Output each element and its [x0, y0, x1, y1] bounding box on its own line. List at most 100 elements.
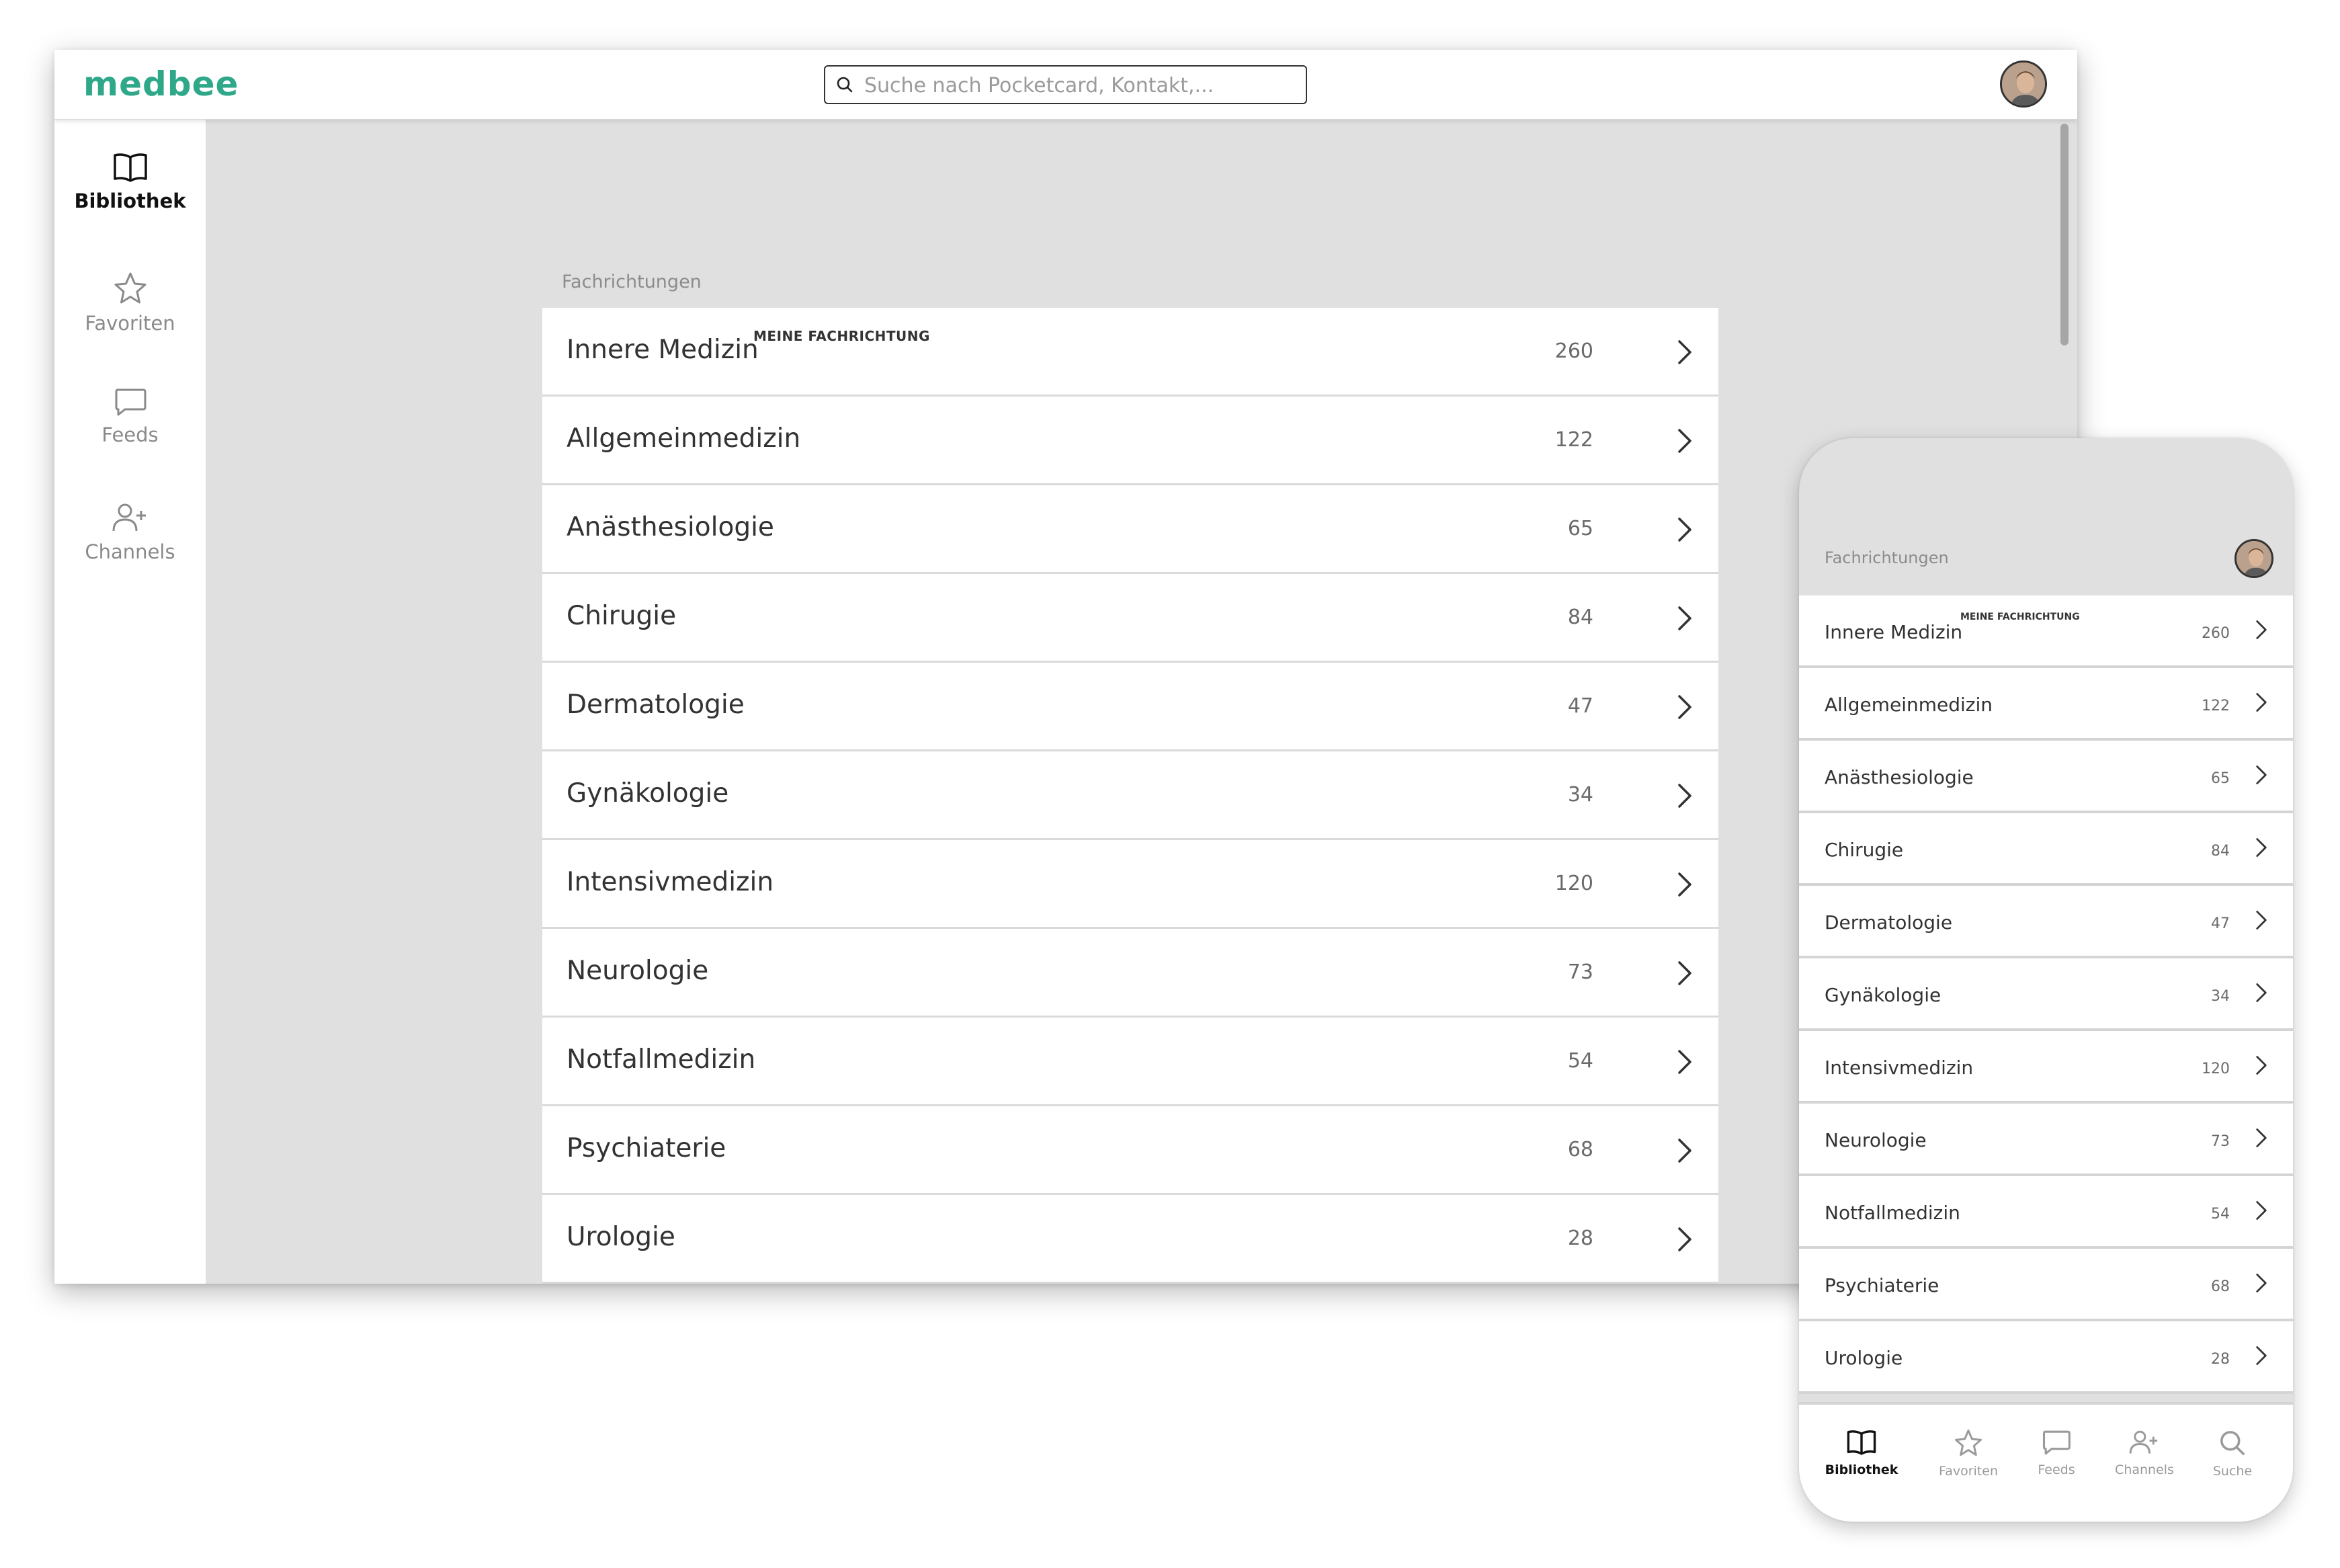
list-item[interactable]: Urologie 28 — [542, 1195, 1718, 1284]
list-item[interactable]: Psychiaterie 68 — [542, 1106, 1718, 1195]
list-item[interactable]: Intensivmedizin 120 — [1799, 1031, 2293, 1104]
pocketcard-count: 54 — [1567, 1049, 1593, 1073]
avatar[interactable] — [2234, 539, 2273, 578]
specialty-name: Neurologie — [567, 956, 709, 986]
chevron-right-icon — [1678, 340, 1691, 364]
sidebar-item-feeds[interactable]: Feeds — [54, 387, 206, 446]
list-item[interactable]: Urologie 28 — [1799, 1321, 2293, 1394]
chevron-right-icon — [1678, 1227, 1691, 1251]
list-item[interactable]: Innere Medizin MEINE FACHRICHTUNG 260 — [1799, 595, 2293, 668]
chevron-right-icon — [1678, 695, 1691, 719]
avatar[interactable] — [2000, 60, 2047, 108]
chat-icon — [2042, 1430, 2071, 1455]
star-icon — [1955, 1430, 1982, 1456]
chevron-right-icon — [1678, 1139, 1691, 1163]
chevron-right-icon — [2256, 983, 2267, 1002]
sidebar-item-label: Bibliothek — [74, 190, 186, 212]
specialty-name: Urologie — [567, 1222, 675, 1252]
list-item[interactable]: Anästhesiologie 65 — [542, 485, 1718, 574]
specialty-name: Psychiaterie — [1825, 1274, 1939, 1296]
chevron-right-icon — [2256, 620, 2267, 639]
list-item[interactable]: Dermatologie 47 — [542, 663, 1718, 751]
phone-frame: Fachrichtungen Innere Medizin MEINE FACHR… — [1799, 438, 2293, 1522]
chevron-right-icon — [1678, 961, 1691, 985]
specialty-name: Dermatologie — [567, 690, 745, 720]
sidebar-item-channels[interactable]: Channels — [54, 501, 206, 563]
pocketcard-count: 34 — [1567, 783, 1593, 807]
app-logo[interactable]: medbee — [83, 65, 239, 104]
pocketcard-count: 122 — [1554, 428, 1593, 452]
chevron-right-icon — [2256, 1346, 2267, 1365]
pocketcard-count: 28 — [2211, 1351, 2230, 1368]
sidebar-item-label: Favoriten — [85, 312, 175, 335]
specialty-name: Chirugie — [1825, 839, 1904, 861]
sidebar-item-label: Channels — [85, 540, 175, 563]
list-item[interactable]: Gynäkologie 34 — [542, 751, 1718, 840]
specialty-name: Gynäkologie — [567, 778, 729, 809]
chevron-right-icon — [2256, 1056, 2267, 1075]
avatar-image — [2002, 63, 2045, 106]
tab-label: Suche — [2212, 1464, 2253, 1479]
chevron-right-icon — [2256, 693, 2267, 712]
pocketcard-count: 122 — [2202, 698, 2230, 714]
list-item[interactable]: Neurologie 73 — [1799, 1104, 2293, 1176]
chevron-right-icon — [2256, 1128, 2267, 1147]
list-item[interactable]: Chirugie 84 — [542, 574, 1718, 663]
list-item[interactable]: Neurologie 73 — [542, 929, 1718, 1018]
specialty-name: Allgemeinmedizin — [1825, 694, 1993, 716]
chevron-right-icon — [1678, 1050, 1691, 1074]
pocketcard-count: 68 — [2211, 1278, 2230, 1295]
top-bar: medbee Suche nach Pocketcard, Kontakt,..… — [54, 50, 2077, 120]
tab-feeds[interactable]: Feeds — [2013, 1429, 2100, 1477]
pocketcard-count: 65 — [2211, 770, 2230, 787]
tab-label: Channels — [2115, 1462, 2174, 1477]
search-placeholder: Suche nach Pocketcard, Kontakt,... — [864, 74, 1214, 97]
list-item[interactable]: Notfallmedizin 54 — [542, 1018, 1718, 1106]
sidebar-item-bibliothek[interactable]: Bibliothek — [54, 152, 206, 212]
tab-label: Favoriten — [1939, 1464, 1998, 1479]
pocketcard-count: 65 — [1567, 517, 1593, 540]
pocketcard-count: 260 — [1554, 339, 1593, 363]
list-item[interactable]: Dermatologie 47 — [1799, 886, 2293, 958]
list-item[interactable]: Notfallmedizin 54 — [1799, 1176, 2293, 1249]
tab-channels[interactable]: Channels — [2101, 1429, 2188, 1477]
book-icon — [113, 153, 147, 182]
list-item[interactable]: Anästhesiologie 65 — [1799, 741, 2293, 813]
book-icon — [1847, 1430, 1876, 1455]
list-item[interactable]: Gynäkologie 34 — [1799, 958, 2293, 1031]
tab-favoriten[interactable]: Favoriten — [1925, 1429, 2012, 1479]
sidebar-item-favoriten[interactable]: Favoriten — [54, 272, 206, 335]
chevron-right-icon — [1678, 518, 1691, 542]
specialty-name: Gynäkologie — [1825, 984, 1941, 1006]
specialty-name: Urologie — [1825, 1347, 1903, 1369]
specialty-name: Innere Medizin — [567, 335, 759, 365]
specialty-list: Innere Medizin MEINE FACHRICHTUNG 260 Allge… — [1799, 595, 2293, 1394]
search-input[interactable]: Suche nach Pocketcard, Kontakt,... — [824, 65, 1307, 104]
specialty-list: Innere Medizin MEINE FACHRICHTUNG 260 Allge… — [542, 308, 1718, 1284]
list-item[interactable]: Chirugie 84 — [1799, 813, 2293, 886]
chevron-right-icon — [2256, 911, 2267, 930]
pocketcard-count: 120 — [2202, 1061, 2230, 1077]
pocketcard-count: 34 — [2211, 988, 2230, 1005]
list-item[interactable]: Psychiaterie 68 — [1799, 1249, 2293, 1321]
tab-suche[interactable]: Suche — [2189, 1429, 2276, 1479]
specialty-name: Anästhesiologie — [567, 512, 774, 542]
list-item[interactable]: Intensivmedizin 120 — [542, 840, 1718, 929]
pocketcard-count: 120 — [1554, 872, 1593, 895]
list-item[interactable]: Allgemeinmedizin 122 — [1799, 668, 2293, 741]
specialty-name: Allgemeinmedizin — [567, 423, 801, 454]
user-plus-icon — [112, 503, 146, 532]
chevron-right-icon — [2256, 1274, 2267, 1292]
list-item[interactable]: Innere Medizin MEINE FACHRICHTUNG 260 — [542, 308, 1718, 397]
pocketcard-count: 54 — [2211, 1206, 2230, 1223]
tab-bibliothek[interactable]: Bibliothek — [1818, 1429, 1905, 1477]
specialty-name: Notfallmedizin — [567, 1044, 756, 1075]
sidebar-item-label: Feeds — [101, 423, 159, 446]
scrollbar[interactable] — [2060, 124, 2069, 345]
chevron-right-icon — [1678, 872, 1691, 897]
specialty-name: Intensivmedizin — [1825, 1057, 1974, 1079]
tab-label: Feeds — [2038, 1462, 2075, 1477]
desktop-window: medbee Suche nach Pocketcard, Kontakt,..… — [54, 50, 2077, 1284]
chevron-right-icon — [2256, 766, 2267, 784]
list-item[interactable]: Allgemeinmedizin 122 — [542, 397, 1718, 485]
